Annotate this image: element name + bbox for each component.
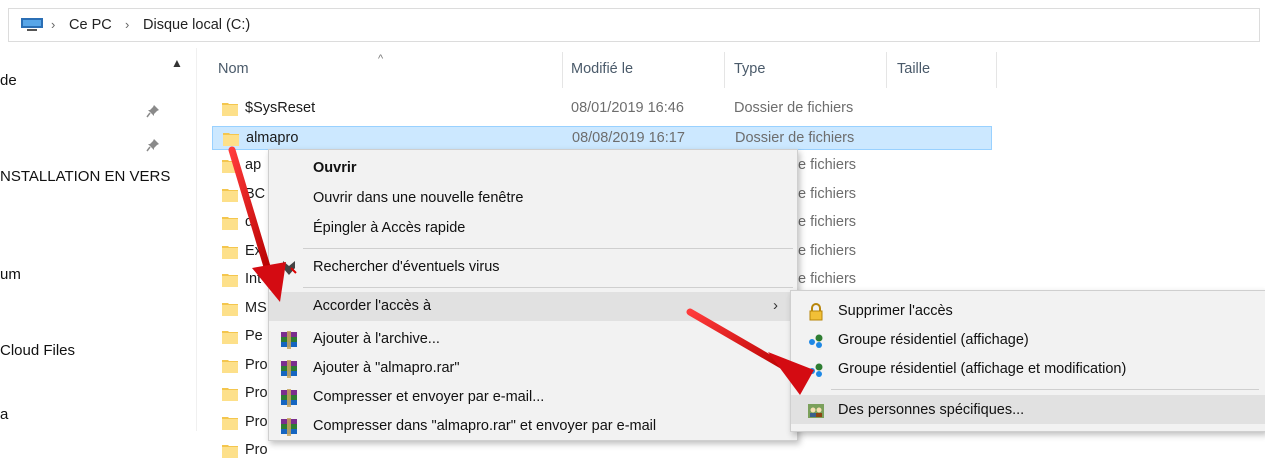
homegroup-icon [809,334,823,348]
folder-icon [222,302,238,316]
folder-icon [222,388,238,401]
folder-icon [223,132,239,146]
file-name: Pro [245,385,268,401]
address-bar[interactable]: › Ce PC › Disque local (C:) [8,8,1260,42]
column-divider[interactable] [996,52,997,88]
sort-ascending-icon: ^ [378,53,384,65]
folder-icon [222,416,238,430]
winrar-icon [281,331,297,349]
give-access-submenu: Supprimer l'accès Groupe résidentiel (af… [790,290,1265,432]
folder-icon [222,445,238,458]
file-row[interactable]: almapro 08/08/2019 16:17 Dossier de fichie… [212,125,992,150]
folder-icon [222,245,238,259]
file-name: Pro [245,413,268,430]
scroll-up-icon[interactable]: ▲ [170,56,184,70]
folder-icon [222,217,238,230]
defender-shield-icon [283,261,297,275]
file-name: $SysReset [245,100,316,116]
winrar-icon [281,418,297,436]
folder-icon [222,274,238,287]
nav-item[interactable]: Cloud Files [0,342,75,359]
menu-item-compress-rar-email[interactable]: Compresser dans "almapro.rar" et envoyer… [269,412,797,440]
nav-item[interactable]: NSTALLATION EN VERS [0,168,170,185]
column-header-name[interactable]: Nom [218,61,249,77]
folder-icon [222,359,238,373]
file-name: Int [245,271,262,287]
menu-item-scan-virus[interactable]: Rechercher d'éventuels virus [269,253,797,282]
submenu-arrow-icon: › [773,297,778,314]
file-type: e fichiers [798,271,857,287]
submenu-item-homegroup-edit[interactable]: Groupe résidentiel (affichage et modific… [791,354,1265,383]
file-name: Pro [245,442,268,458]
file-modified: 08/01/2019 16:46 [571,100,684,116]
column-header-modified[interactable]: Modifié le [571,61,633,77]
menu-item-open-new-window[interactable]: Ouvrir dans une nouvelle fenêtre [269,184,797,213]
submenu-item-homegroup-view[interactable]: Groupe résidentiel (affichage) [791,325,1265,354]
file-type: e fichiers [798,185,857,202]
menu-item-give-access[interactable]: Accorder l'accès à › [269,292,797,321]
column-divider[interactable] [724,52,725,88]
file-type: e fichiers [798,214,857,230]
menu-separator [831,389,1259,390]
nav-item[interactable]: um [0,266,21,283]
breadcrumb-this-pc[interactable]: Ce PC [69,17,112,33]
file-name: ap [245,157,262,173]
nav-item[interactable]: de [0,72,17,89]
nav-item[interactable]: a [0,406,8,423]
menu-separator [303,287,793,288]
menu-separator [303,248,793,249]
chevron-right-icon: › [51,17,56,32]
file-modified: 08/08/2019 16:17 [572,129,685,146]
chevron-right-icon: › [125,17,130,32]
menu-item-compress-email[interactable]: Compresser et envoyer par e-mail... [269,383,797,412]
pin-icon[interactable] [146,138,160,152]
file-name: Pe [245,328,263,344]
pane-divider[interactable] [196,48,197,431]
folder-icon [222,331,238,344]
winrar-icon [281,389,297,407]
file-type: e fichiers [798,242,857,259]
file-name: almapro [246,129,299,146]
file-row[interactable]: $SysReset 08/01/2019 16:46 Dossier de fich… [212,97,992,121]
homegroup-icon [809,363,823,377]
menu-item-add-archive[interactable]: Ajouter à l'archive... [269,325,797,354]
file-row[interactable]: Pro [212,439,992,463]
navigation-pane: ▲ de NSTALLATION EN VERS um Cloud Files … [0,48,200,431]
breadcrumb-local-disk[interactable]: Disque local (C:) [143,17,250,33]
submenu-item-specific-people[interactable]: Des personnes spécifiques... [791,395,1265,424]
file-type: e fichiers [798,157,857,173]
menu-item-open[interactable]: Ouvrir [269,154,797,183]
file-name: d [245,214,254,230]
winrar-icon [281,360,297,378]
column-divider[interactable] [886,52,887,88]
file-name: Ex [245,242,262,259]
column-divider[interactable] [562,52,563,88]
file-type: Dossier de fichiers [734,100,854,116]
folder-icon [222,188,238,202]
folder-icon [222,103,238,116]
file-name: MS [245,299,267,316]
folder-icon [222,160,238,173]
menu-item-pin-quick-access[interactable]: Épingler à Accès rapide [269,214,797,243]
column-header-type[interactable]: Type [734,61,765,77]
pin-icon[interactable] [146,104,160,118]
lock-icon [809,303,823,321]
file-name: Pro [245,356,268,373]
this-pc-icon [21,18,43,31]
file-name: BC [245,185,266,202]
context-menu: Ouvrir Ouvrir dans une nouvelle fenêtre … [268,149,798,441]
menu-item-add-rar[interactable]: Ajouter à "almapro.rar" [269,354,797,383]
column-header-size[interactable]: Taille [897,61,930,77]
people-icon [808,404,824,418]
file-type: Dossier de fichiers [735,129,855,146]
submenu-item-remove-access[interactable]: Supprimer l'accès [791,296,1265,325]
